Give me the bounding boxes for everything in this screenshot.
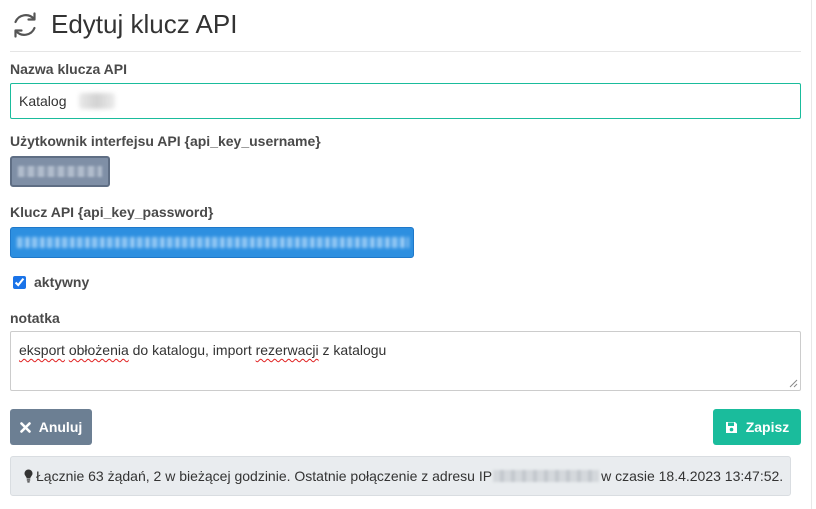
note-textarea[interactable]: eksport obłożenia do katalogu, import re…: [10, 331, 801, 391]
note-text-part: rezerwacji: [255, 342, 319, 358]
api-key-name-label: Nazwa klucza API: [10, 61, 127, 77]
page-title: Edytuj klucz API: [51, 9, 238, 39]
note-text-part: obłożenia: [68, 342, 129, 358]
save-button-label: Zapisz: [745, 419, 790, 435]
cancel-button-label: Anuluj: [38, 419, 83, 435]
panel-header: Edytuj klucz API: [10, 0, 801, 52]
edit-api-key-panel: Edytuj klucz API Nazwa klucza API Użytko…: [0, 0, 812, 509]
close-icon: [19, 421, 31, 433]
active-checkbox-label[interactable]: aktywny: [34, 274, 89, 290]
redacted-name-suffix: [79, 93, 115, 109]
active-checkbox[interactable]: [13, 275, 26, 289]
api-key-name-input[interactable]: [10, 83, 801, 119]
cancel-button[interactable]: Anuluj: [10, 409, 92, 445]
note-text-part: eksport: [19, 342, 65, 358]
resize-grip-icon[interactable]: [788, 378, 798, 388]
api-username-label: Użytkownik interfejsu API {api_key_usern…: [10, 133, 321, 149]
refresh-icon: [14, 12, 36, 38]
floppy-disk-icon: [725, 421, 737, 433]
save-button[interactable]: Zapisz: [713, 409, 801, 445]
note-text-part: do katalogu, import: [128, 342, 256, 358]
note-text-part: z katalogu: [318, 342, 387, 358]
usage-info-text: Łącznie 63 żądań, 2 w bieżącej godzinie.…: [36, 468, 493, 484]
api-username-value[interactable]: [10, 156, 110, 187]
redacted-ip-address: [493, 470, 600, 482]
api-password-label: Klucz API {api_key_password}: [10, 204, 214, 220]
lightbulb-icon: [24, 469, 33, 483]
active-checkbox-row: aktywny: [13, 273, 89, 291]
usage-info-box: Łącznie 63 żądań, 2 w bieżącej godzinie.…: [10, 456, 791, 496]
usage-info-timestamp: w czasie 18.4.2023 13:47:52.: [601, 468, 784, 484]
note-label: notatka: [10, 310, 60, 326]
api-password-value[interactable]: [10, 227, 414, 258]
